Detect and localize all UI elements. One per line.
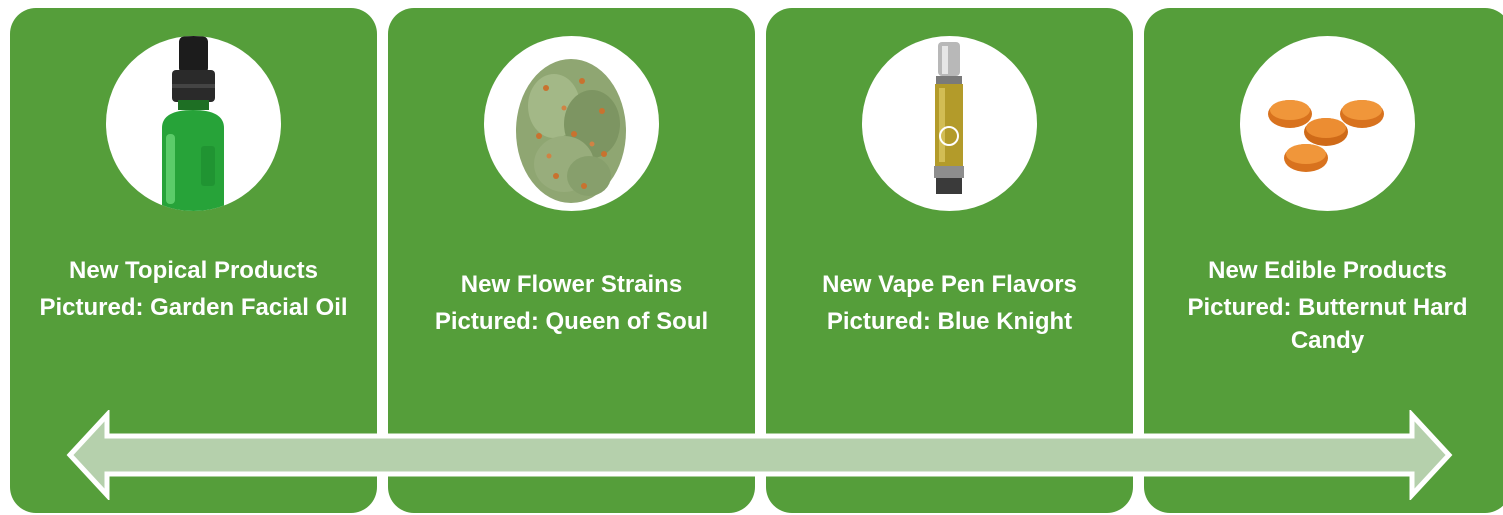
card-title: New Vape Pen Flavors <box>822 271 1077 298</box>
card-title: New Flower Strains <box>460 271 683 298</box>
hard-candy-icon <box>1268 100 1384 172</box>
card-text: New Flower Strains Pictured: Queen of So… <box>400 268 743 342</box>
product-photo-candy <box>1240 36 1415 211</box>
dropper-bottle-icon <box>162 36 224 211</box>
card-text: New Edible Products Pictured: Butternut … <box>1156 254 1499 361</box>
product-photo-flower <box>484 36 659 211</box>
card-text: New Vape Pen Flavors Pictured: Blue Knig… <box>778 268 1121 342</box>
card-title: New Edible Products <box>1208 257 1447 284</box>
card-title: New Topical Products <box>69 257 318 284</box>
card-pictured: Pictured: Butternut Hard Candy <box>1187 294 1468 354</box>
card-text: New Topical Products Pictured: Garden Fa… <box>22 254 365 328</box>
card-pictured: Pictured: Queen of Soul <box>434 308 709 335</box>
product-photo-vape <box>862 36 1037 211</box>
double-arrow-icon <box>66 410 1453 500</box>
cannabis-bud-icon <box>516 59 626 203</box>
product-photo-facial-oil <box>106 36 281 211</box>
vape-cartridge-icon <box>934 42 964 194</box>
card-pictured: Pictured: Blue Knight <box>826 308 1073 335</box>
card-pictured: Pictured: Garden Facial Oil <box>39 294 348 321</box>
